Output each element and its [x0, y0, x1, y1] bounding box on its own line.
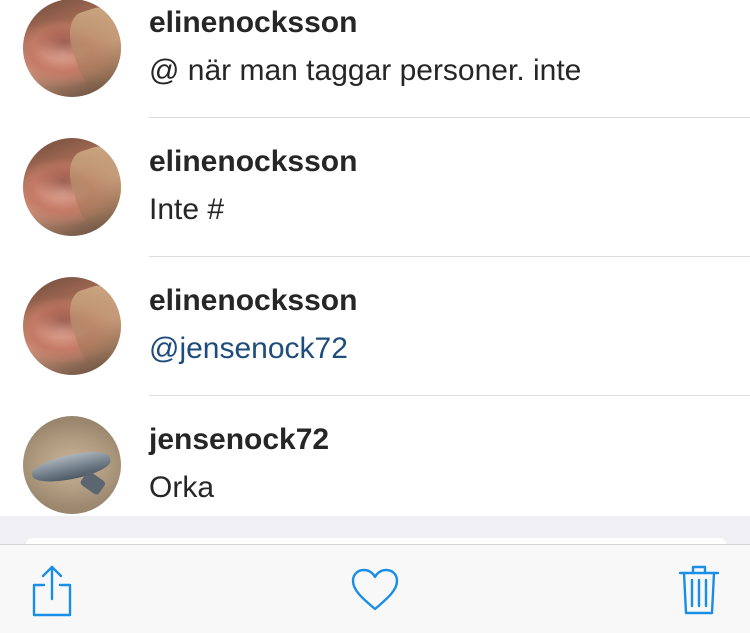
comment-username[interactable]: elinenocksson: [149, 145, 357, 179]
comment-input-area: [0, 516, 750, 568]
avatar[interactable]: [23, 277, 121, 375]
share-icon[interactable]: [30, 563, 74, 617]
avatar[interactable]: [23, 416, 121, 514]
comment-item[interactable]: elinenocksson @ när man taggar personer.…: [0, 0, 750, 118]
comment-text: Inte #: [149, 193, 225, 226]
comment-username[interactable]: elinenocksson: [149, 284, 357, 318]
comment-text: @ när man taggar personer. inte: [149, 54, 582, 87]
comment-mention-link[interactable]: @jensenock72: [149, 332, 348, 366]
comment-text: Orka: [149, 471, 215, 504]
comment-list[interactable]: elinenocksson @ när man taggar personer.…: [0, 0, 750, 516]
comment-item[interactable]: elinenocksson Inte #: [0, 118, 750, 257]
heart-icon[interactable]: [350, 567, 400, 613]
avatar[interactable]: [23, 138, 121, 236]
comment-item[interactable]: jensenock72 Orka: [0, 396, 750, 516]
bottom-toolbar: [0, 544, 750, 633]
comment-username[interactable]: jensenock72: [149, 423, 329, 457]
avatar[interactable]: [23, 0, 121, 97]
comment-item[interactable]: elinenocksson @jensenock72: [0, 257, 750, 396]
trash-icon[interactable]: [678, 563, 720, 615]
comment-username[interactable]: elinenocksson: [149, 6, 357, 40]
